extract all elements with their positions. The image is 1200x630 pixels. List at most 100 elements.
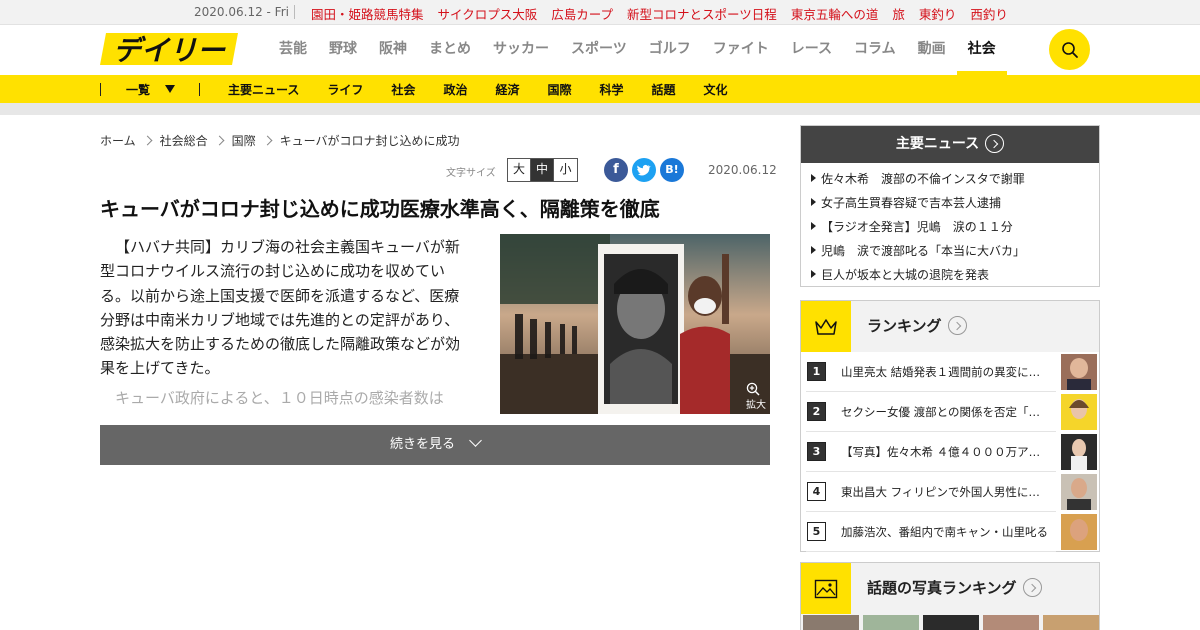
caret-down-icon[interactable] — [165, 85, 175, 93]
nav-fight[interactable]: ファイト — [702, 25, 780, 75]
subnav-economy[interactable]: 経済 — [495, 81, 519, 98]
zoom-label: 拡大 — [746, 400, 766, 411]
thumbnail-image[interactable] — [1061, 514, 1097, 550]
list-item[interactable]: 佐々木希 渡部の不倫インスタで謝罪 — [811, 167, 1099, 191]
rank-title[interactable]: 東出昌大 フィリピンで外国人男性に… — [841, 484, 1051, 500]
sub-nav: 一覧 主要ニュース ライフ 社会 政治 経済 国際 科学 話題 文化 — [0, 75, 1200, 103]
thumbnail-image[interactable] — [983, 615, 1039, 630]
top-link-travel[interactable]: 旅 — [892, 4, 905, 23]
image-icon — [801, 563, 851, 614]
thumbnail-image[interactable] — [923, 615, 979, 630]
nav-golf[interactable]: ゴルフ — [638, 25, 702, 75]
subnav-science[interactable]: 科学 — [599, 81, 623, 98]
thumbnail-image[interactable] — [1061, 474, 1097, 510]
subnav-main-news[interactable]: 主要ニュース — [228, 81, 299, 98]
font-size-small[interactable]: 小 — [554, 159, 577, 181]
rank-title[interactable]: 加藤浩次、番組内で南キャン・山里叱る — [841, 524, 1051, 540]
nav-column[interactable]: コラム — [843, 25, 907, 75]
subnav-life[interactable]: ライフ — [327, 81, 363, 98]
nav-yakyu[interactable]: 野球 — [318, 25, 368, 75]
table-row[interactable]: 3 【写真】佐々木希 ４億４０００万ア… — [806, 432, 1097, 472]
nav-geinou[interactable]: 芸能 — [268, 25, 318, 75]
top-link-cyclops[interactable]: サイクロプス大阪 — [438, 4, 538, 23]
today-date: 2020.06.12 - Fri — [194, 5, 289, 19]
photo-thumbnails — [803, 615, 1099, 630]
font-size-medium[interactable]: 中 — [531, 159, 554, 181]
photo-ranking-title[interactable]: 話題の写真ランキング — [867, 577, 1042, 598]
table-row[interactable]: 1 山里亮太 結婚発表１週間前の異変に… — [806, 352, 1097, 392]
menu-dropdown[interactable]: 一覧 — [126, 81, 150, 98]
site-logo[interactable]: デイリー — [100, 31, 240, 67]
facebook-share-button[interactable]: f — [604, 158, 628, 182]
divider — [100, 83, 101, 96]
subnav-society[interactable]: 社会 — [391, 81, 415, 98]
news-link[interactable]: 児嶋 涙で渡部叱る「本当に大バカ」 — [821, 244, 1025, 258]
zoom-button[interactable]: 拡大 — [746, 382, 766, 411]
chevron-right-icon — [262, 135, 273, 146]
breadcrumb-home[interactable]: ホーム — [100, 132, 136, 149]
rank-number: 2 — [807, 402, 826, 421]
top-links: 園田・姫路競馬特集 サイクロプス大阪 広島カープ 新型コロナとスポーツ日程 東京… — [311, 4, 1022, 23]
rank-title[interactable]: セクシー女優 渡部との関係を否定「… — [841, 404, 1051, 420]
article-photo[interactable]: 拡大 — [500, 234, 770, 414]
nav-soccer[interactable]: サッカー — [482, 25, 560, 75]
font-size-selector: 大 中 小 — [507, 158, 578, 182]
top-link-west-fishing[interactable]: 西釣り — [970, 4, 1008, 23]
rank-title[interactable]: 【写真】佐々木希 ４億４０００万ア… — [841, 444, 1051, 460]
font-size-large[interactable]: 大 — [508, 159, 531, 181]
sub-nav-links: 主要ニュース ライフ 社会 政治 経済 国際 科学 話題 文化 — [228, 81, 756, 98]
news-link[interactable]: 女子高生買春容疑で吉本芸人逮捕 — [821, 196, 1001, 210]
thumbnail-image[interactable] — [1061, 434, 1097, 470]
subnav-topics[interactable]: 話題 — [652, 81, 676, 98]
ranking-panel: ランキング 1 山里亮太 結婚発表１週間前の異変に… 2 セクシー女優 渡部との… — [800, 300, 1100, 552]
list-item[interactable]: 児嶋 涙で渡部叱る「本当に大バカ」 — [811, 239, 1099, 263]
main-news-panel: 主要ニュース 佐々木希 渡部の不倫インスタで謝罪 女子高生買春容疑で吉本芸人逮捕… — [800, 125, 1100, 287]
nav-shakai[interactable]: 社会 — [956, 25, 1007, 75]
ranking-header[interactable]: ランキング — [801, 301, 1099, 352]
read-more-button[interactable]: 続きを見る — [100, 425, 770, 465]
breadcrumb-international[interactable]: 国際 — [232, 132, 256, 149]
thumbnail-image[interactable] — [1061, 354, 1097, 390]
top-link-olympics[interactable]: 東京五輪への道 — [791, 4, 879, 23]
list-item[interactable]: 【ラジオ全発言】児嶋 涙の１１分 — [811, 215, 1099, 239]
thumbnail-image[interactable] — [863, 615, 919, 630]
nav-sports[interactable]: スポーツ — [560, 25, 638, 75]
news-link[interactable]: 巨人が坂本と大城の退院を発表 — [821, 268, 989, 282]
nav-matome[interactable]: まとめ — [418, 25, 482, 75]
list-item[interactable]: 女子高生買春容疑で吉本芸人逮捕 — [811, 191, 1099, 215]
subnav-culture[interactable]: 文化 — [704, 81, 728, 98]
hatena-bookmark-button[interactable]: B! — [660, 158, 684, 182]
nav-hanshin[interactable]: 阪神 — [368, 25, 418, 75]
rank-title[interactable]: 山里亮太 結婚発表１週間前の異変に… — [841, 364, 1051, 380]
chevron-right-icon — [142, 135, 153, 146]
subnav-international[interactable]: 国際 — [547, 81, 571, 98]
thumbnail-image[interactable] — [803, 615, 859, 630]
table-row[interactable]: 5 加藤浩次、番組内で南キャン・山里叱る — [806, 512, 1097, 552]
thumbnail-image[interactable] — [1061, 394, 1097, 430]
twitter-share-button[interactable] — [632, 158, 656, 182]
logo-text: デイリー — [113, 34, 226, 67]
rank-number: 5 — [807, 522, 826, 541]
divider — [0, 103, 1200, 115]
table-row[interactable]: 2 セクシー女優 渡部との関係を否定「… — [806, 392, 1097, 432]
news-link[interactable]: 【ラジオ全発言】児嶋 涙の１１分 — [821, 220, 1013, 234]
rank-number: 3 — [807, 442, 826, 461]
bullet-icon — [811, 270, 816, 278]
search-button[interactable] — [1049, 29, 1090, 70]
top-link-east-fishing[interactable]: 東釣り — [919, 4, 957, 23]
top-link-carp[interactable]: 広島カープ — [551, 4, 613, 23]
breadcrumb-society[interactable]: 社会総合 — [160, 132, 208, 149]
nav-video[interactable]: 動画 — [907, 25, 957, 75]
top-link-corona[interactable]: 新型コロナとスポーツ日程 — [627, 4, 777, 23]
top-bar: 2020.06.12 - Fri 園田・姫路競馬特集 サイクロプス大阪 広島カー… — [0, 0, 1200, 25]
rank-number: 1 — [807, 362, 826, 381]
thumbnail-image[interactable] — [1043, 615, 1099, 630]
news-link[interactable]: 佐々木希 渡部の不倫インスタで謝罪 — [821, 172, 1025, 186]
subnav-politics[interactable]: 政治 — [443, 81, 467, 98]
table-row[interactable]: 4 東出昌大 フィリピンで外国人男性に… — [806, 472, 1097, 512]
main-news-header[interactable]: 主要ニュース — [801, 126, 1099, 163]
rank-number: 4 — [807, 482, 826, 501]
top-link-keiba[interactable]: 園田・姫路競馬特集 — [311, 4, 424, 23]
list-item[interactable]: 巨人が坂本と大城の退院を発表 — [811, 263, 1099, 287]
nav-race[interactable]: レース — [780, 25, 843, 75]
